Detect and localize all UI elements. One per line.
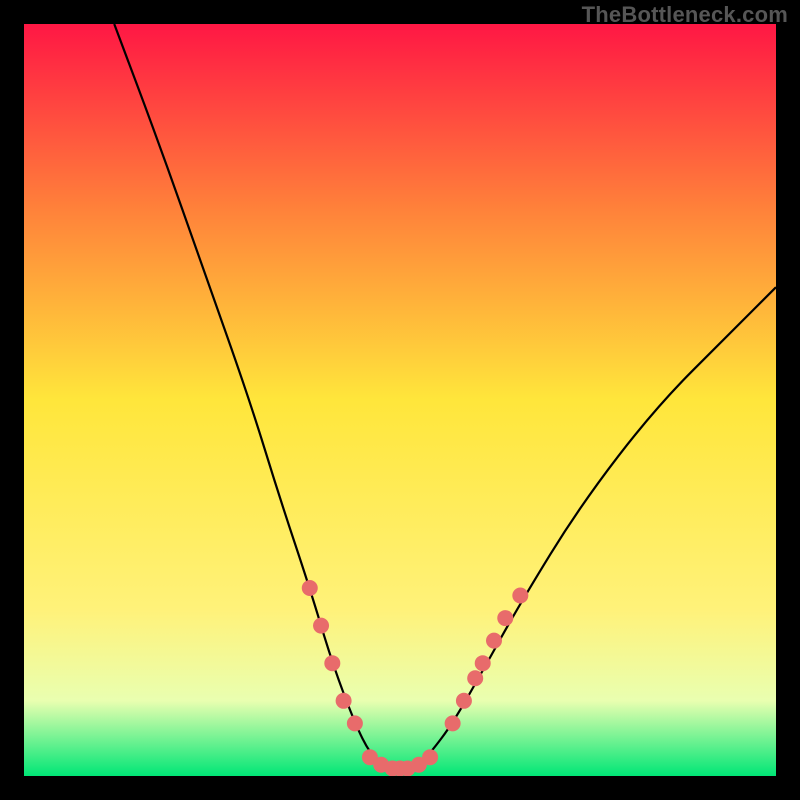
- left-dot: [313, 618, 329, 634]
- left-dot: [336, 693, 352, 709]
- bottleneck-chart: [24, 24, 776, 776]
- right-dot: [445, 715, 461, 731]
- right-dot: [497, 610, 513, 626]
- right-dot: [467, 670, 483, 686]
- right-dot: [512, 588, 528, 604]
- left-dot: [302, 580, 318, 596]
- chart-frame: TheBottleneck.com: [0, 0, 800, 800]
- floor-dot: [422, 749, 438, 765]
- left-dot: [347, 715, 363, 731]
- gradient-background: [24, 24, 776, 776]
- right-dot: [456, 693, 472, 709]
- left-dot: [324, 655, 340, 671]
- right-dot: [486, 633, 502, 649]
- right-dot: [475, 655, 491, 671]
